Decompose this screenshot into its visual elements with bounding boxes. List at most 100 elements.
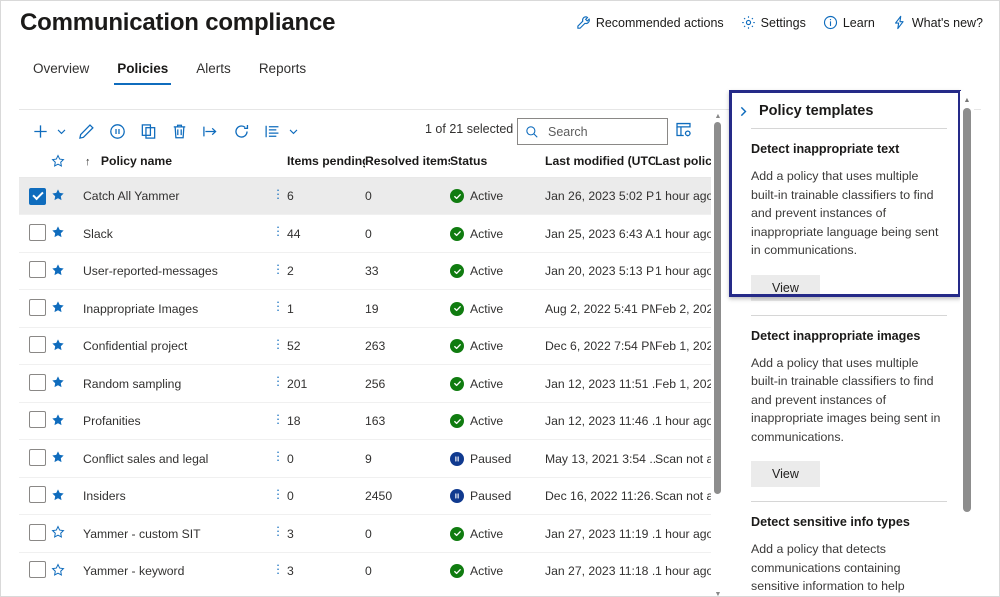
table-row[interactable]: Insiders · · · 0 2450 Paused Dec 16, 2022 11:26… (19, 476, 719, 515)
row-favorite-cell[interactable] (51, 176, 83, 215)
header-resolved-items[interactable]: Resolved items (365, 153, 450, 177)
star-filled-icon[interactable] (51, 338, 65, 352)
table-row[interactable]: Conflict sales and legal · · · 0 9 Paused May 1… (19, 439, 719, 478)
scroll-down-arrow-icon[interactable]: ▼ (714, 591, 722, 596)
tab-alerts[interactable]: Alerts (182, 57, 245, 85)
row-checkbox-cell[interactable] (19, 326, 51, 365)
row-policy-name[interactable]: Conflict sales and legal (83, 439, 269, 478)
more-vertical-icon[interactable]: · · · (269, 295, 287, 316)
star-filled-icon[interactable] (51, 300, 65, 314)
row-favorite-cell[interactable] (51, 401, 83, 440)
row-checkbox-cell[interactable] (19, 401, 51, 440)
copy-policy-button[interactable] (133, 116, 164, 146)
row-favorite-cell[interactable] (51, 364, 83, 403)
row-favorite-cell[interactable] (51, 514, 83, 553)
row-more-actions[interactable]: · · · (269, 289, 287, 328)
table-row[interactable]: Catch All Yammer · · · 6 0 Active Jan 26, 2023 … (19, 176, 719, 215)
star-filled-icon[interactable] (51, 263, 65, 277)
star-filled-icon[interactable] (51, 488, 65, 502)
table-row[interactable]: Yammer - custom SIT · · · 3 0 Active Jan 27, 20… (19, 514, 719, 553)
header-select-all[interactable] (19, 153, 51, 177)
row-checkbox-cell[interactable] (19, 251, 51, 290)
row-policy-name[interactable]: Insiders (83, 476, 269, 515)
row-checkbox-cell[interactable] (19, 214, 51, 253)
whats-new-button[interactable]: What's new? (892, 15, 983, 30)
row-favorite-cell[interactable] (51, 289, 83, 328)
row-favorite-cell[interactable] (51, 439, 83, 478)
more-vertical-icon[interactable]: · · · (269, 220, 287, 241)
table-scrollbar[interactable]: ▲ ▼ (711, 113, 725, 596)
row-checkbox-cell[interactable] (19, 551, 51, 590)
delete-policy-button[interactable] (164, 116, 195, 146)
header-last-policy-scan[interactable]: Last policy s (655, 153, 719, 177)
table-row[interactable]: Confidential project · · · 52 263 Active Dec 6,… (19, 326, 719, 365)
settings-button[interactable]: Settings (741, 15, 806, 30)
panel-scrollbar-thumb[interactable] (963, 108, 971, 512)
row-favorite-cell[interactable] (51, 326, 83, 365)
refresh-button[interactable] (226, 116, 257, 146)
scroll-up-arrow-icon[interactable]: ▲ (714, 113, 722, 120)
table-row[interactable]: User-reported-messages · · · 2 33 Active Jan 20… (19, 251, 719, 290)
row-policy-name[interactable]: User-reported-messages (83, 251, 269, 290)
header-status[interactable]: Status (450, 153, 545, 177)
row-more-actions[interactable]: · · · (269, 364, 287, 403)
more-vertical-icon[interactable]: · · · (269, 370, 287, 391)
row-checkbox[interactable] (29, 298, 46, 316)
row-checkbox[interactable] (29, 486, 46, 504)
learn-button[interactable]: Learn (823, 15, 875, 30)
column-options-icon[interactable] (675, 121, 692, 143)
more-vertical-icon[interactable]: · · · (269, 258, 287, 279)
row-favorite-cell[interactable] (51, 551, 83, 590)
table-row[interactable]: Slack · · · 44 0 Active Jan 25, 2023 6:43 A... 1… (19, 214, 719, 253)
row-checkbox-cell[interactable] (19, 476, 51, 515)
edit-policy-button[interactable] (71, 116, 102, 146)
more-vertical-icon[interactable]: · · · (269, 483, 287, 504)
star-filled-icon[interactable] (51, 188, 65, 202)
star-filled-icon[interactable] (51, 375, 65, 389)
row-more-actions[interactable]: · · · (269, 326, 287, 365)
row-checkbox[interactable] (29, 373, 46, 391)
row-policy-name[interactable]: Yammer - custom SIT (83, 514, 269, 553)
more-vertical-icon[interactable]: · · · (269, 408, 287, 429)
view-button[interactable]: View (751, 274, 820, 301)
row-more-actions[interactable]: · · · (269, 401, 287, 440)
row-more-actions[interactable]: · · · (269, 251, 287, 290)
row-more-actions[interactable]: · · · (269, 439, 287, 478)
more-vertical-icon[interactable]: · · · (269, 520, 287, 541)
header-items-pending[interactable]: Items pending ... (287, 153, 365, 177)
row-policy-name[interactable]: Yammer - keyword (83, 551, 269, 590)
group-chevron-down-icon[interactable] (284, 116, 303, 146)
row-checkbox[interactable] (29, 223, 46, 241)
row-more-actions[interactable]: · · · (269, 476, 287, 515)
star-filled-icon[interactable] (51, 225, 65, 239)
row-more-actions[interactable]: · · · (269, 214, 287, 253)
star-outline-icon[interactable] (51, 563, 65, 577)
star-filled-icon[interactable] (51, 450, 65, 464)
row-policy-name[interactable]: Confidential project (83, 326, 269, 365)
export-button[interactable] (195, 116, 226, 146)
row-favorite-cell[interactable] (51, 214, 83, 253)
row-favorite-cell[interactable] (51, 476, 83, 515)
tab-policies[interactable]: Policies (103, 57, 182, 85)
table-row[interactable]: Yammer - keyword · · · 3 0 Active Jan 27, 2023 … (19, 551, 719, 590)
header-policy-name[interactable]: ↑ Policy name (83, 153, 269, 177)
row-checkbox-cell[interactable] (19, 289, 51, 328)
row-checkbox[interactable] (29, 523, 46, 541)
recommended-actions-button[interactable]: Recommended actions (576, 15, 724, 30)
more-vertical-icon[interactable]: · · · (269, 558, 287, 579)
row-checkbox[interactable] (29, 187, 46, 205)
panel-scroll-up-arrow-icon[interactable]: ▲ (963, 97, 971, 105)
row-checkbox-cell[interactable] (19, 439, 51, 478)
row-favorite-cell[interactable] (51, 251, 83, 290)
row-policy-name[interactable]: Random sampling (83, 364, 269, 403)
tab-reports[interactable]: Reports (245, 57, 320, 85)
table-row[interactable]: Random sampling · · · 201 256 Active Jan 12, 20… (19, 364, 719, 403)
panel-scrollbar[interactable]: ▲ (960, 91, 974, 596)
row-checkbox[interactable] (29, 411, 46, 429)
row-checkbox-cell[interactable] (19, 364, 51, 403)
row-policy-name[interactable]: Inappropriate Images (83, 289, 269, 328)
row-checkbox[interactable] (29, 561, 46, 579)
tab-overview[interactable]: Overview (19, 57, 103, 85)
more-vertical-icon[interactable]: · · · (269, 445, 287, 466)
row-policy-name[interactable]: Slack (83, 214, 269, 253)
